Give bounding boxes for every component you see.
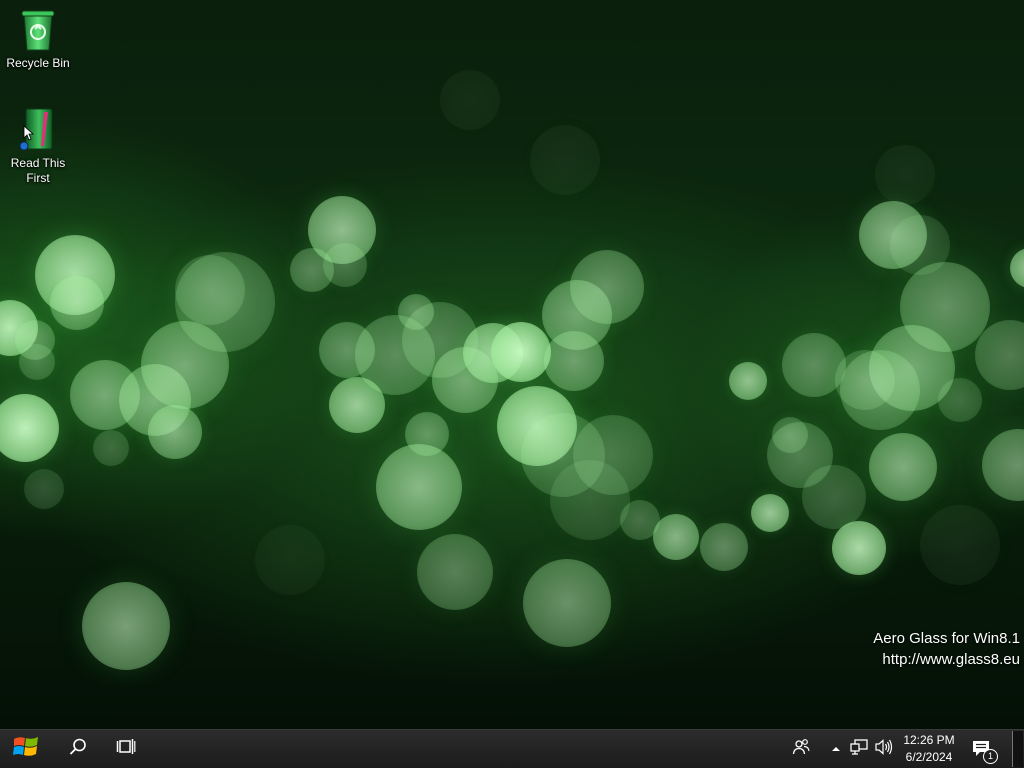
recycle-bin-icon: [14, 6, 62, 54]
network-button[interactable]: [849, 730, 871, 768]
start-button[interactable]: [4, 730, 48, 768]
bokeh-bubble: [24, 469, 64, 509]
bokeh-bubble: [700, 523, 748, 571]
bokeh-bubble: [148, 405, 202, 459]
notification-icon: 1: [971, 738, 998, 764]
search-icon: [68, 737, 88, 762]
bokeh-bubble: [491, 322, 551, 382]
bokeh-bubble: [50, 276, 104, 330]
notification-badge: 1: [983, 749, 998, 764]
network-icon: [850, 738, 870, 761]
people-button[interactable]: [788, 730, 814, 768]
read-this-first-icon: [14, 106, 62, 154]
bokeh-bubble: [982, 429, 1024, 501]
bokeh-bubble: [570, 250, 644, 324]
watermark-title: Aero Glass for Win8.1: [873, 630, 1020, 647]
windows-logo-icon: [11, 732, 41, 767]
taskbar: 12:26 PM 6/2/2024 1: [0, 729, 1024, 768]
bokeh-bubble: [530, 125, 600, 195]
bokeh-bubble: [0, 394, 59, 462]
bokeh-bubble: [440, 70, 500, 130]
aero-glass-watermark: Aero Glass for Win8.1 http://www.glass8.…: [873, 628, 1020, 670]
search-button[interactable]: [58, 730, 98, 768]
bokeh-bubble: [751, 494, 789, 532]
volume-icon: [874, 738, 894, 761]
action-center-button[interactable]: 1: [968, 730, 998, 768]
bokeh-bubble: [835, 350, 895, 410]
show-desktop-button[interactable]: [1012, 731, 1023, 767]
bokeh-bubble: [1010, 248, 1024, 288]
bokeh-wallpaper: [0, 0, 1024, 729]
chevron-up-icon: [831, 740, 841, 758]
desktop-background[interactable]: Recycle Bin Read This First Aero Glass f…: [0, 0, 1024, 729]
desktop-icon-label: Read This First: [10, 156, 66, 185]
bokeh-bubble: [832, 521, 886, 575]
bokeh-bubble: [620, 500, 660, 540]
bokeh-bubble: [376, 444, 462, 530]
bokeh-bubble: [82, 582, 170, 670]
bokeh-bubble: [544, 331, 604, 391]
desktop-icon-label: Recycle Bin: [6, 56, 70, 70]
people-icon: [792, 738, 810, 761]
taskbar-clock[interactable]: 12:26 PM 6/2/2024: [898, 732, 960, 768]
show-hidden-icons-button[interactable]: [828, 730, 844, 768]
bokeh-bubble: [323, 243, 367, 287]
bokeh-bubble: [93, 430, 129, 466]
bokeh-bubble: [938, 378, 982, 422]
task-view-button[interactable]: [106, 730, 146, 768]
bokeh-bubble: [869, 433, 937, 501]
volume-button[interactable]: [873, 730, 895, 768]
bokeh-bubble: [875, 145, 935, 205]
bokeh-bubble: [729, 362, 767, 400]
bokeh-bubble: [19, 344, 55, 380]
bokeh-bubble: [523, 559, 611, 647]
bokeh-bubble: [175, 255, 245, 325]
bokeh-bubble: [255, 525, 325, 595]
desktop-icon-recycle-bin[interactable]: Recycle Bin: [0, 6, 76, 71]
desktop-icon-read-this-first[interactable]: Read This First: [0, 106, 76, 186]
watermark-url: http://www.glass8.eu: [882, 651, 1020, 668]
bokeh-bubble: [417, 534, 493, 610]
bokeh-bubble: [920, 505, 1000, 585]
clock-time: 12:26 PM: [903, 733, 955, 747]
bokeh-bubble: [772, 417, 808, 453]
bokeh-bubble: [802, 465, 866, 529]
task-view-icon: [116, 738, 136, 761]
bokeh-bubble: [550, 460, 630, 540]
clock-date: 6/2/2024: [905, 750, 953, 764]
